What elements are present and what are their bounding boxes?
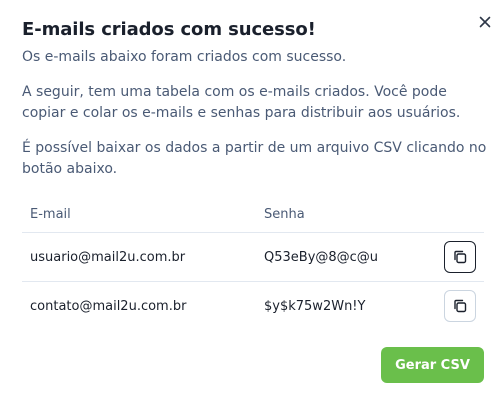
actions-cell (436, 282, 484, 331)
copy-button[interactable] (444, 241, 476, 273)
copy-icon (454, 250, 467, 264)
success-modal: E-mails criados com sucesso! Os e-mails … (0, 0, 501, 400)
table-row: usuario@mail2u.com.br Q53eBy@8@c@u (22, 232, 484, 282)
column-header-actions (436, 196, 484, 233)
password-cell: Q53eBy@8@c@u (256, 232, 436, 282)
password-cell: $y$k75w2Wn!Y (264, 298, 366, 314)
column-header-password: Senha (256, 196, 436, 233)
column-header-email: E-mail (22, 196, 256, 233)
copy-icon (454, 299, 467, 313)
close-icon (479, 16, 491, 28)
email-cell: contato@mail2u.com.br (30, 298, 187, 314)
emails-table: E-mail Senha usuario@mail2u.com.br Q53eB… (22, 196, 484, 330)
actions-cell (436, 232, 484, 282)
close-button[interactable] (476, 13, 494, 31)
csv-description: É possível baixar os dados a partir de u… (22, 140, 487, 177)
success-message: Os e-mails abaixo foram criados com suce… (22, 49, 347, 65)
modal-title: E-mails criados com sucesso! (22, 19, 316, 40)
copy-button[interactable] (444, 290, 476, 322)
generate-csv-button[interactable]: Gerar CSV (381, 347, 484, 383)
table-description: A seguir, tem uma tabela com os e-mails … (22, 84, 461, 121)
table-header-row: E-mail Senha (22, 196, 484, 233)
email-cell: usuario@mail2u.com.br (22, 232, 256, 282)
table-row: contato@mail2u.com.br $y$k75w2Wn!Y (22, 282, 484, 331)
